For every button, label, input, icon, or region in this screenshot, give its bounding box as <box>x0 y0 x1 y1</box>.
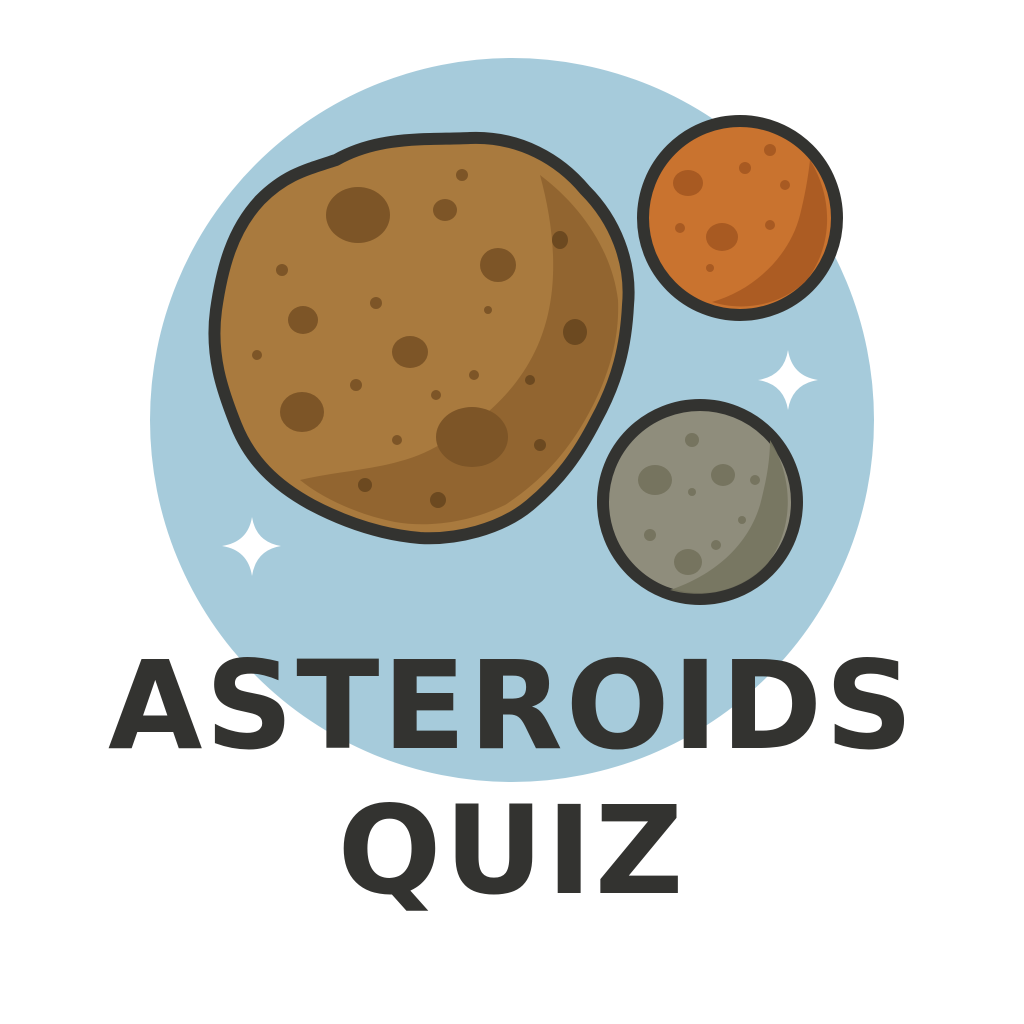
title-line-1: ASTEROIDS <box>107 635 917 777</box>
quiz-title-card: ASTEROIDS QUIZ <box>0 0 1024 1024</box>
orange-asteroid-icon <box>637 115 843 321</box>
gray-asteroid-icon <box>597 399 803 605</box>
title-line-2: QUIZ <box>337 780 687 922</box>
